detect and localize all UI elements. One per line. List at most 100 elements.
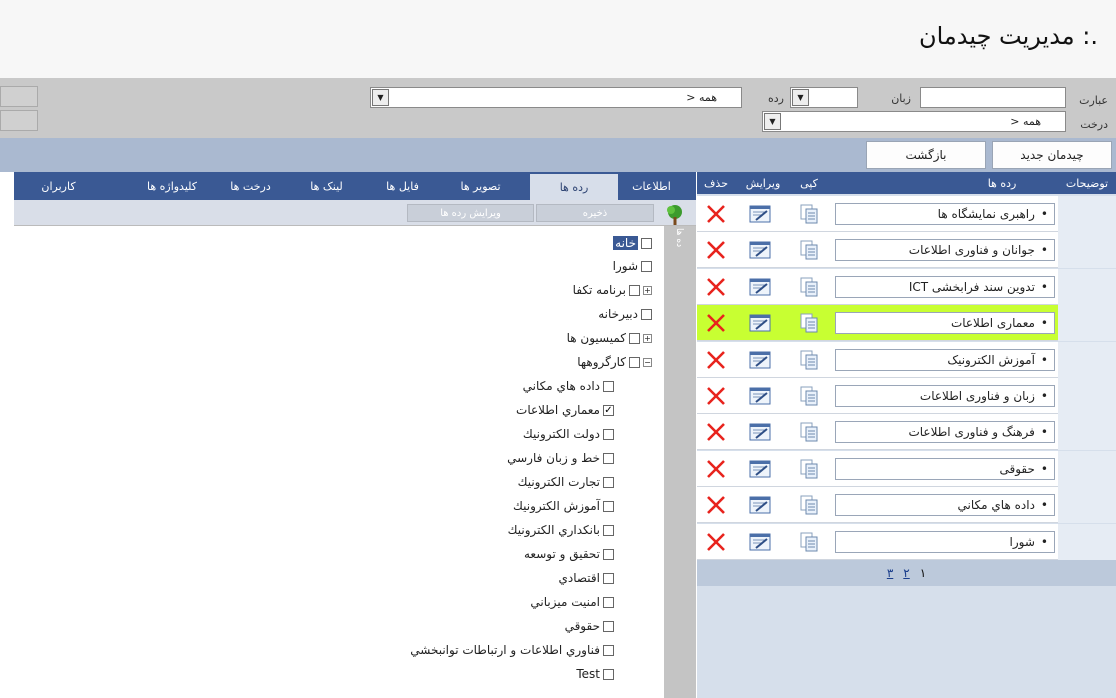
row-name-field[interactable]: • حقوقی [835,457,1055,480]
edit-icon[interactable] [749,531,771,553]
checkbox[interactable] [603,572,614,584]
copy-icon[interactable] [798,421,820,443]
tree-node[interactable]: دولت الكترونيك [523,427,614,441]
copy-icon[interactable] [798,531,820,553]
tree-node[interactable]: خانه [613,236,652,250]
page-link[interactable]: ٢ [903,566,909,580]
checkbox[interactable] [629,332,640,344]
back-button[interactable]: بازگشت [866,141,986,169]
delete-icon[interactable] [705,494,727,516]
checkbox[interactable] [603,644,614,656]
copy-icon[interactable] [798,385,820,407]
tree-node[interactable]: تجارت الكترونيك [518,475,614,489]
vertical-tab-strip[interactable]: ده ها [664,226,696,698]
checkbox[interactable] [603,524,614,536]
copy-icon[interactable] [798,276,820,298]
tab-keywords[interactable]: کلیدواژه ها [132,172,212,200]
delete-icon[interactable] [705,385,727,407]
tree-node[interactable]: فناوري اطلاعات و ارتباطات توانبخشي [410,643,614,657]
row-name-field[interactable]: • فرهنگ و فناوری اطلاعات [835,421,1055,444]
tree-node[interactable]: شورا [613,259,652,273]
checkbox[interactable] [603,428,614,440]
checkbox[interactable] [603,476,614,488]
table-row[interactable]: • داده هاي مكاني [697,487,1116,524]
edit-icon[interactable] [749,276,771,298]
edit-rows-button[interactable]: ویرایش رده ها [407,204,534,222]
edit-icon[interactable] [749,239,771,261]
tree-select[interactable]: ▼ > همه [762,111,1066,132]
phrase-input[interactable] [920,87,1066,108]
scroll-control[interactable] [0,110,38,131]
table-row[interactable]: • معماری اطلاعات [697,305,1116,342]
edit-icon[interactable] [749,494,771,516]
row-name-field[interactable]: • معماری اطلاعات [835,312,1055,335]
language-select[interactable]: ▼ [790,87,858,108]
page-link[interactable]: ١ [920,566,926,580]
chevron-down-icon[interactable]: ▼ [764,113,781,130]
new-layout-button[interactable]: چیدمان جدید [992,141,1112,169]
tree-node[interactable]: دبيرخانه [598,307,652,321]
row-name-field[interactable]: • تدوین سند فرابخشی ICT [835,275,1055,298]
tab-rows[interactable]: رده ها [530,172,618,200]
collapse-icon[interactable]: − [643,357,652,367]
checkbox[interactable] [603,596,614,608]
copy-icon[interactable] [798,203,820,225]
expand-icon[interactable]: + [643,333,652,343]
copy-icon[interactable] [798,349,820,371]
row-name-field[interactable]: • راهبری نمایشگاه ها [835,203,1055,225]
delete-icon[interactable] [705,276,727,298]
tree-node[interactable]: تحقيق و توسعه [524,547,614,561]
expand-icon[interactable]: + [643,285,652,295]
edit-icon[interactable] [749,458,771,480]
tab-images[interactable]: تصویر ها [450,172,511,200]
checkbox[interactable] [603,500,614,512]
tree-node[interactable]: بانكداري الكترونيك [508,523,614,537]
tree-node[interactable]: + برنامه تكفا [573,283,652,297]
tree-node[interactable]: امنيت ميزباني [530,595,614,609]
checkbox[interactable] [641,308,652,320]
delete-icon[interactable] [705,458,727,480]
tab-links[interactable]: لینک ها [296,172,357,200]
delete-icon[interactable] [705,421,727,443]
edit-icon[interactable] [749,349,771,371]
tab-files[interactable]: فایل ها [372,172,433,200]
delete-icon[interactable] [705,203,727,225]
checkbox[interactable] [603,452,614,464]
delete-icon[interactable] [705,239,727,261]
row-name-field[interactable]: • شورا [835,530,1055,553]
table-row[interactable]: • زبان و فناوری اطلاعات [697,378,1116,414]
tree-node[interactable]: Test [576,667,614,681]
edit-icon[interactable] [749,312,771,334]
checkbox[interactable] [603,668,614,680]
row-name-field[interactable]: • زبان و فناوری اطلاعات [835,385,1055,407]
tree-node[interactable]: حقوقي [565,619,614,633]
tree-node[interactable]: + كميسيون ها [567,331,652,345]
tree-node[interactable]: − كارگروهها [577,355,652,369]
tree-node[interactable]: ✓ معماري اطلاعات [516,403,614,417]
checkbox[interactable] [603,380,614,392]
tree-node[interactable]: آموزش الكترونيك [513,499,614,513]
checkbox[interactable] [603,620,614,632]
copy-icon[interactable] [798,458,820,480]
table-row[interactable]: • آموزش الکترونیک [697,341,1116,378]
checkbox[interactable] [629,284,640,296]
tab-users[interactable]: کاربران [28,172,89,200]
copy-icon[interactable] [798,239,820,261]
checkbox[interactable] [629,356,640,368]
row-name-field[interactable]: • داده هاي مكاني [835,494,1055,517]
delete-icon[interactable] [705,349,727,371]
tree-node[interactable]: اقتصادي [559,571,614,585]
checkbox[interactable] [641,237,652,249]
table-row[interactable]: • فرهنگ و فناوری اطلاعات [697,414,1116,451]
chevron-down-icon[interactable]: ▼ [792,89,809,106]
row-name-field[interactable]: • جوانان و فناوری اطلاعات [835,239,1055,262]
tab-info[interactable]: اطلاعات [621,172,682,200]
copy-icon[interactable] [798,494,820,516]
table-row[interactable]: • جوانان و فناوری اطلاعات [697,232,1116,269]
edit-icon[interactable] [749,385,771,407]
tree-node[interactable]: خط و زبان فارسي [507,451,614,465]
delete-icon[interactable] [705,312,727,334]
save-button[interactable]: ذخیره [536,204,654,222]
table-row[interactable]: • راهبری نمایشگاه ها [697,196,1116,232]
edit-icon[interactable] [749,203,771,225]
